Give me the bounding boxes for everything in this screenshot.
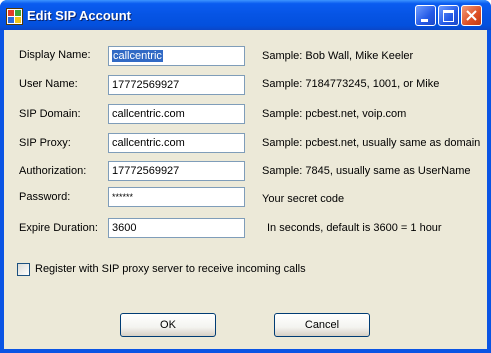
window-title: Edit SIP Account [27,8,132,23]
display-name-sample: Sample: Bob Wall, Mike Keeler [262,50,414,62]
minimize-button[interactable] [415,5,436,26]
expire-duration-label: Expire Duration: [19,222,98,234]
password-field[interactable]: ****** [108,187,245,207]
app-icon [6,8,23,25]
password-sample: Your secret code [262,193,345,205]
dialog-window: Edit SIP Account Display Name: callcentr… [0,0,491,353]
user-name-label: User Name: [19,78,78,90]
title-bar[interactable]: Edit SIP Account [0,0,491,30]
maximize-button[interactable] [438,5,459,26]
register-checkbox[interactable] [17,263,30,276]
close-icon [466,10,477,21]
expire-duration-sample: In seconds, default is 3600 = 1 hour [267,222,442,234]
cancel-button[interactable]: Cancel [274,313,370,337]
sip-domain-sample: Sample: pcbest.net, voip.com [262,108,407,120]
password-label: Password: [19,191,71,203]
ok-button[interactable]: OK [120,313,216,337]
user-name-sample: Sample: 7184773245, 1001, or Mike [262,78,440,90]
sip-proxy-field[interactable]: callcentric.com [108,133,245,153]
dialog-body: Display Name: callcentric Sample: Bob Wa… [4,30,487,349]
sip-domain-label: SIP Domain: [19,108,81,120]
authorization-label: Authorization: [19,165,87,177]
user-name-field[interactable]: 17772569927 [108,75,245,95]
close-button[interactable] [461,5,482,26]
sip-proxy-sample: Sample: pcbest.net, usually same as doma… [262,137,481,149]
display-name-label: Display Name: [19,49,91,61]
display-name-field[interactable]: callcentric [108,46,245,66]
expire-duration-field[interactable]: 3600 [108,218,245,238]
authorization-field[interactable]: 17772569927 [108,161,245,181]
authorization-sample: Sample: 7845, usually same as UserName [262,165,471,177]
sip-proxy-label: SIP Proxy: [19,137,71,149]
register-checkbox-label[interactable]: Register with SIP proxy server to receiv… [35,263,306,275]
sip-domain-field[interactable]: callcentric.com [108,104,245,124]
display-name-value: callcentric [112,50,163,62]
